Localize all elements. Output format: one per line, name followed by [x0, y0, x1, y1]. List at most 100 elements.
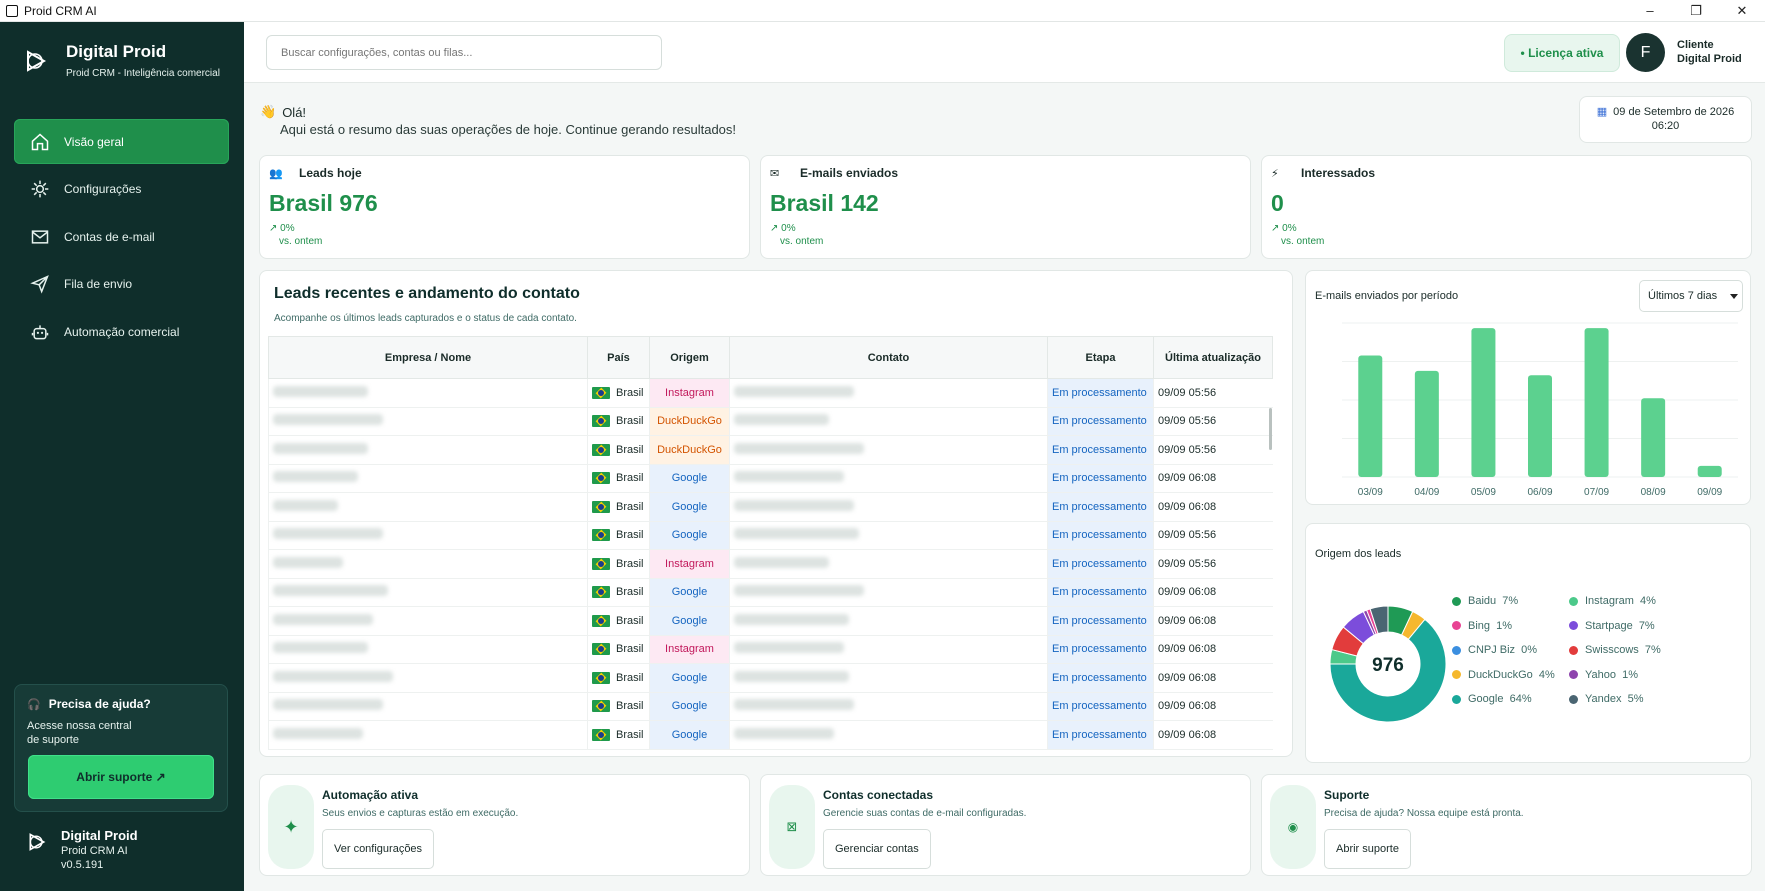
maximize-button[interactable]: ❐: [1673, 0, 1719, 21]
updated-cell: 09/09 05:56: [1153, 378, 1273, 408]
card-support: ◉ Suporte Precisa de ajuda? Nossa equipe…: [1261, 774, 1752, 876]
stage-cell: Em processamento: [1047, 663, 1154, 693]
updated-cell: 09/09 05:56: [1153, 549, 1273, 579]
country-cell: Brasil: [587, 407, 650, 436]
topbar: • Licença ativa F Cliente Digital Proid: [244, 22, 1765, 83]
updated-cell: 09/09 06:08: [1153, 492, 1273, 522]
legend-dot: [1452, 596, 1461, 606]
help-text: Acesse nossa central de suporte: [27, 720, 132, 746]
sidebar-item-configuracoes[interactable]: Configurações: [14, 167, 229, 212]
column-header[interactable]: Empresa / Nome: [268, 336, 588, 379]
stat-card-leads: 👥 Leads hoje Brasil 976 ↗ 0% vs. ontem: [259, 155, 750, 259]
stage-cell: Em processamento: [1047, 692, 1154, 721]
contact-cell: [729, 492, 1048, 522]
sidebar-item-fila-envio[interactable]: Fila de envio: [14, 262, 229, 307]
table-row[interactable]: Brasil Google Em processamento 09/09 06:08: [268, 663, 1273, 693]
table-row[interactable]: Brasil Google Em processamento 09/09 06:08: [268, 578, 1273, 607]
sparkle-icon: ✦: [268, 785, 314, 869]
open-support-button[interactable]: Abrir suporte ↗: [28, 755, 214, 799]
company-cell: [268, 464, 588, 493]
updated-cell: 09/09 05:56: [1153, 521, 1273, 550]
stage-cell: Em processamento: [1047, 635, 1154, 664]
company-cell: [268, 492, 588, 522]
sidebar-item-automacao[interactable]: Automação comercial: [14, 309, 229, 354]
bolt-icon: ⚡: [1271, 167, 1279, 180]
window-title: Proid CRM AI: [24, 3, 97, 18]
table-row[interactable]: Brasil Google Em processamento 09/09 06:08: [268, 464, 1273, 493]
bar: [1641, 398, 1666, 477]
emails-chart-panel: E-mails enviados por período Últimos 7 d…: [1305, 270, 1751, 505]
greeting-text: Aqui está o resumo das suas operações de…: [280, 122, 737, 137]
origin-cell: Instagram: [649, 635, 730, 664]
country-cell: Brasil: [587, 663, 650, 693]
table-row[interactable]: Brasil Google Em processamento 09/09 05:56: [268, 521, 1273, 550]
origin-cell: Google: [649, 663, 730, 693]
table-row[interactable]: Brasil Instagram Em processamento 09/09 05:…: [268, 378, 1273, 408]
table-row[interactable]: Brasil Instagram Em processamento 09/09 06:…: [268, 635, 1273, 664]
bar: [1584, 328, 1609, 477]
view-settings-button[interactable]: Ver configurações: [322, 829, 435, 869]
company-cell: [268, 720, 588, 750]
table-scrollbar[interactable]: [1269, 408, 1272, 450]
manage-accounts-button[interactable]: Gerenciar contas: [823, 829, 931, 869]
x-tick-label: 09/09: [1697, 487, 1722, 498]
brand: Digital Proid Proid CRM - Inteligência c…: [24, 42, 220, 79]
stat-vs: vs. ontem: [1281, 236, 1325, 247]
avatar[interactable]: F: [1626, 33, 1665, 72]
card-text: Seus envios e capturas estão em execução…: [322, 808, 519, 819]
sidebar-nav: Visão geral Configurações Contas de e-ma…: [14, 119, 229, 357]
brazil-flag-icon: [592, 728, 610, 741]
brazil-flag-icon: [592, 500, 610, 513]
x-tick-label: 08/09: [1641, 487, 1666, 498]
legend-item: Swisscows 7%: [1569, 644, 1661, 656]
table-row[interactable]: Brasil Google Em processamento 09/09 06:08: [268, 692, 1273, 721]
bar: [1471, 328, 1496, 477]
legend-label: CNPJ Biz 0%: [1468, 644, 1538, 656]
contact-cell: [729, 378, 1048, 408]
open-support-card-button[interactable]: Abrir suporte: [1324, 829, 1411, 869]
table-row[interactable]: Brasil DuckDuckGo Em processamento 09/09 05…: [268, 435, 1273, 465]
brazil-flag-icon: [592, 643, 610, 656]
table-row[interactable]: Brasil Google Em processamento 09/09 06:08: [268, 606, 1273, 636]
x-tick-label: 07/09: [1584, 487, 1609, 498]
card-title: Contas conectadas: [823, 788, 934, 802]
close-button[interactable]: ✕: [1719, 0, 1765, 21]
table-row[interactable]: Brasil Instagram Em processamento 09/09 05:…: [268, 549, 1273, 579]
column-header[interactable]: Etapa: [1047, 336, 1154, 379]
column-header[interactable]: Última atualização: [1153, 336, 1273, 379]
brand-title: Digital Proid: [66, 42, 167, 61]
sidebar-item-visao-geral[interactable]: Visão geral: [14, 119, 229, 164]
table-row[interactable]: Brasil Google Em processamento 09/09 06:08: [268, 492, 1273, 522]
contact-cell: [729, 435, 1048, 465]
brazil-flag-icon: [592, 557, 610, 570]
column-header[interactable]: Contato: [729, 336, 1048, 379]
country-cell: Brasil: [587, 378, 650, 408]
table-row[interactable]: Brasil Google Em processamento 09/09 06:08: [268, 720, 1273, 750]
company-cell: [268, 606, 588, 636]
search-input[interactable]: [266, 35, 662, 70]
home-icon: [31, 132, 49, 150]
time-text: 06:20: [1651, 120, 1680, 132]
legend-item: CNPJ Biz 0%: [1452, 644, 1537, 656]
brazil-flag-icon: [592, 472, 610, 485]
sidebar-item-contas-email[interactable]: Contas de e-mail: [14, 214, 229, 259]
stat-card-emails: ✉ E-mails enviados Brasil 142 ↗ 0% vs. on…: [760, 155, 1251, 259]
card-title: Automação ativa: [322, 788, 419, 802]
leads-table-wrap[interactable]: Empresa / Nome País Origem Contato Etapa…: [268, 336, 1280, 756]
user-name[interactable]: Cliente Digital Proid: [1677, 38, 1742, 66]
minimize-button[interactable]: –: [1627, 0, 1673, 21]
contact-cell: [729, 663, 1048, 693]
country-text: Brasil: [616, 700, 644, 713]
leads-title: Leads recentes e andamento do contato: [274, 285, 580, 302]
column-header[interactable]: País: [587, 336, 650, 379]
contact-cell: [729, 407, 1048, 436]
country-text: Brasil: [616, 415, 644, 428]
table-row[interactable]: Brasil DuckDuckGo Em processamento 09/09 05…: [268, 407, 1273, 436]
sidebar-item-label: Visão geral: [64, 134, 124, 149]
column-header[interactable]: Origem: [649, 336, 730, 379]
stat-delta: ↗ 0%: [770, 223, 796, 234]
footer-app: Proid CRM AI: [61, 845, 128, 857]
card-accounts: ⊠ Contas conectadas Gerencie suas contas…: [760, 774, 1251, 876]
card-automation: ✦ Automação ativa Seus envios e capturas…: [259, 774, 750, 876]
origin-cell: Google: [649, 720, 730, 750]
